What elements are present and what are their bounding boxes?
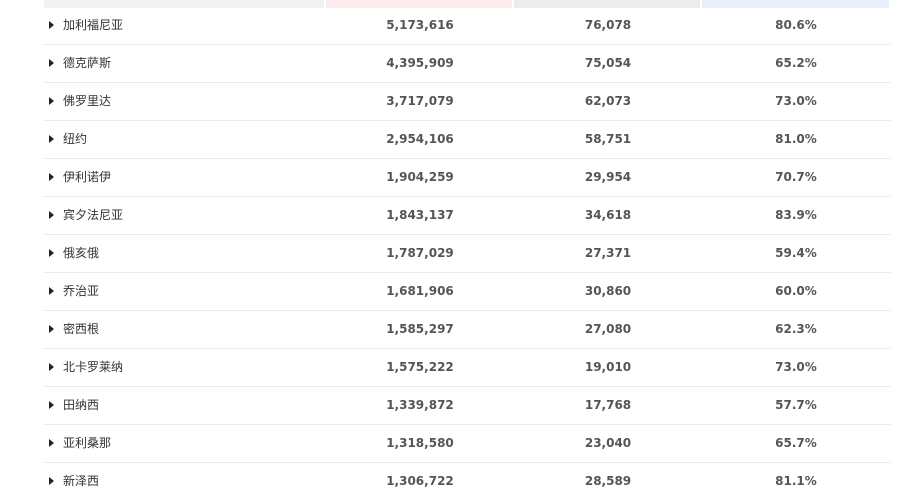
row-label: 密西根 (63, 322, 100, 336)
value-col2: 30,860 (584, 284, 632, 298)
row-label: 加利福尼亚 (63, 18, 124, 32)
value-col2: 23,040 (584, 436, 632, 450)
caret-right-icon[interactable] (49, 249, 54, 257)
value-col1: 1,575,222 (386, 360, 454, 374)
value-col2: 58,751 (584, 132, 632, 146)
value-col1: 1,843,137 (386, 208, 454, 222)
value-col2: 28,589 (584, 474, 632, 488)
row-label: 纽约 (63, 132, 88, 146)
table-row[interactable]: 俄亥俄 1,787,029 27,371 59.4% (44, 235, 891, 273)
row-label: 亚利桑那 (63, 436, 112, 450)
table-row[interactable]: 田纳西 1,339,872 17,768 57.7% (44, 387, 891, 425)
table-row[interactable]: 纽约 2,954,106 58,751 81.0% (44, 121, 891, 159)
value-col2: 34,618 (584, 208, 632, 222)
caret-right-icon[interactable] (49, 59, 54, 67)
caret-right-icon[interactable] (49, 363, 54, 371)
value-col1: 1,585,297 (386, 322, 454, 336)
table-row[interactable]: 伊利诺伊 1,904,259 29,954 70.7% (44, 159, 891, 197)
row-label: 北卡罗莱纳 (63, 360, 124, 374)
row-label: 佛罗里达 (63, 94, 112, 108)
value-col3: 59.4% (775, 246, 817, 260)
caret-right-icon[interactable] (49, 401, 54, 409)
table-row[interactable]: 乔治亚 1,681,906 30,860 60.0% (44, 273, 891, 311)
value-col3: 70.7% (775, 170, 817, 184)
value-col2: 27,080 (584, 322, 632, 336)
table-body: 加利福尼亚 5,173,616 76,078 80.6% 德克萨斯 4,395,909 75… (44, 7, 891, 500)
value-col1: 5,173,616 (386, 18, 454, 32)
table-row[interactable]: 宾夕法尼亚 1,843,137 34,618 83.9% (44, 197, 891, 235)
caret-right-icon[interactable] (49, 135, 54, 143)
value-col3: 65.7% (775, 436, 817, 450)
value-col1: 1,904,259 (386, 170, 454, 184)
value-col2: 75,054 (584, 56, 632, 70)
row-label: 德克萨斯 (63, 56, 112, 70)
row-label: 俄亥俄 (63, 246, 100, 260)
table-row[interactable]: 新泽西 1,306,722 28,589 81.1% (44, 463, 891, 500)
value-col1: 2,954,106 (386, 132, 454, 146)
caret-right-icon[interactable] (49, 211, 54, 219)
value-col1: 1,681,906 (386, 284, 454, 298)
value-col1: 1,318,580 (386, 436, 454, 450)
caret-right-icon[interactable] (49, 477, 54, 485)
caret-right-icon[interactable] (49, 325, 54, 333)
value-col3: 60.0% (775, 284, 817, 298)
row-label: 新泽西 (63, 474, 100, 488)
value-col2: 19,010 (584, 360, 632, 374)
value-col3: 73.0% (775, 360, 817, 374)
caret-right-icon[interactable] (49, 21, 54, 29)
data-table: 加利福尼亚 5,173,616 76,078 80.6% 德克萨斯 4,395,909 75… (44, 0, 891, 500)
value-col3: 80.6% (775, 18, 817, 32)
value-col2: 76,078 (584, 18, 632, 32)
table-row[interactable]: 佛罗里达 3,717,079 62,073 73.0% (44, 83, 891, 121)
value-col2: 27,371 (584, 246, 632, 260)
value-col2: 62,073 (584, 94, 632, 108)
value-col3: 62.3% (775, 322, 817, 336)
table-row[interactable]: 密西根 1,585,297 27,080 62.3% (44, 311, 891, 349)
caret-right-icon[interactable] (49, 173, 54, 181)
value-col1: 1,787,029 (386, 246, 454, 260)
row-label: 伊利诺伊 (63, 170, 112, 184)
value-col3: 73.0% (775, 94, 817, 108)
caret-right-icon[interactable] (49, 97, 54, 105)
value-col1: 3,717,079 (386, 94, 454, 108)
value-col1: 1,339,872 (386, 398, 454, 412)
table-row[interactable]: 德克萨斯 4,395,909 75,054 65.2% (44, 45, 891, 83)
value-col3: 65.2% (775, 56, 817, 70)
table-row[interactable]: 北卡罗莱纳 1,575,222 19,010 73.0% (44, 349, 891, 387)
value-col3: 81.1% (775, 474, 817, 488)
table-row[interactable]: 亚利桑那 1,318,580 23,040 65.7% (44, 425, 891, 463)
value-col1: 1,306,722 (386, 474, 454, 488)
caret-right-icon[interactable] (49, 439, 54, 447)
table-row[interactable]: 加利福尼亚 5,173,616 76,078 80.6% (44, 7, 891, 45)
value-col3: 81.0% (775, 132, 817, 146)
value-col1: 4,395,909 (386, 56, 454, 70)
value-col3: 57.7% (775, 398, 817, 412)
row-label: 乔治亚 (63, 284, 100, 298)
value-col3: 83.9% (775, 208, 817, 222)
value-col2: 29,954 (584, 170, 632, 184)
caret-right-icon[interactable] (49, 287, 54, 295)
value-col2: 17,768 (584, 398, 632, 412)
row-label: 宾夕法尼亚 (63, 208, 124, 222)
row-label: 田纳西 (63, 398, 100, 412)
